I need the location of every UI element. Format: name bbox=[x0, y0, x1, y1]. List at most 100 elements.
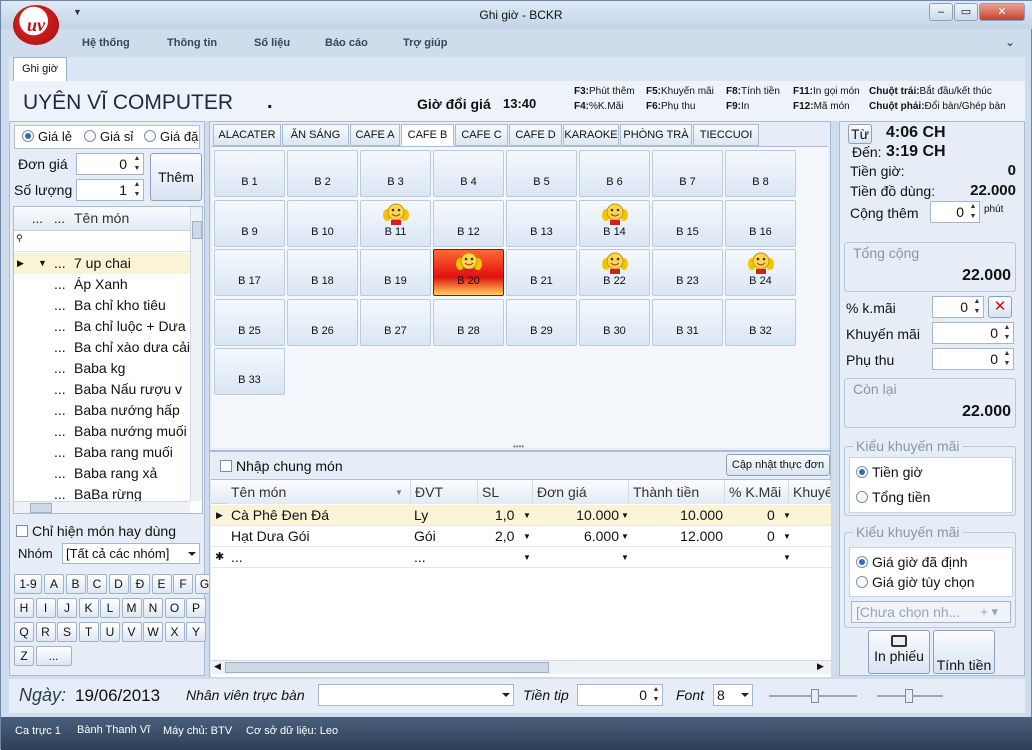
from-button[interactable]: Từ bbox=[848, 124, 872, 144]
table-tile[interactable]: B 32 bbox=[725, 298, 796, 346]
key-button[interactable]: Đ bbox=[130, 574, 150, 594]
table-tile[interactable]: B 20 bbox=[433, 249, 504, 296]
key-button[interactable]: D bbox=[108, 574, 129, 594]
table-tile[interactable]: B 31 bbox=[652, 298, 723, 346]
dropdown-arrow-icon[interactable]: ▼ bbox=[783, 505, 791, 526]
dropdown-arrow-icon[interactable]: ▼ bbox=[621, 526, 629, 547]
clear-discount-button[interactable]: ✕ bbox=[988, 296, 1012, 318]
scroll-thumb[interactable] bbox=[192, 221, 202, 239]
key-button[interactable]: 1-9 bbox=[14, 574, 42, 594]
tab-ghi-gio[interactable]: Ghi giờ bbox=[13, 57, 67, 81]
key-button[interactable]: Q bbox=[14, 622, 34, 642]
tab-category-0[interactable]: ALACATER bbox=[213, 124, 281, 146]
menu-bao-cao[interactable]: Báo cáo bbox=[325, 37, 368, 49]
list-item[interactable]: ... Ba chỉ kho tiêu bbox=[14, 295, 190, 316]
tab-category-5[interactable]: CAFE D bbox=[509, 124, 562, 146]
key-button[interactable]: X bbox=[164, 622, 185, 642]
tab-category-7[interactable]: PHÒNG TRÀ bbox=[620, 124, 692, 146]
key-button[interactable]: V bbox=[121, 622, 142, 642]
filter-row[interactable]: ⚲ bbox=[14, 231, 190, 252]
radio-icon[interactable] bbox=[144, 130, 156, 142]
key-button[interactable]: C bbox=[87, 574, 107, 594]
key-button[interactable]: P bbox=[186, 598, 206, 618]
table-tile[interactable]: B 28 bbox=[433, 298, 504, 346]
list-item[interactable]: ... Baba rang muối bbox=[14, 442, 190, 463]
tab-category-4[interactable]: CAFE C bbox=[455, 124, 508, 146]
quick-access-icon[interactable]: ▼ bbox=[73, 7, 82, 17]
key-button[interactable]: Z bbox=[14, 646, 34, 666]
order-grid-hscrollbar[interactable]: ◀ ▶ bbox=[211, 660, 831, 674]
hscroll-thumb[interactable] bbox=[30, 503, 52, 513]
discount-pct-spinner-icon[interactable]: ▲ ▼ bbox=[971, 297, 983, 317]
item-list-hscrollbar[interactable] bbox=[14, 501, 190, 513]
dropdown-arrow-icon[interactable]: ▼ bbox=[783, 526, 791, 547]
key-button[interactable]: W bbox=[143, 622, 163, 642]
pay-button[interactable]: Tính tiền bbox=[933, 630, 995, 674]
item-list-vscrollbar[interactable] bbox=[190, 207, 202, 501]
list-item[interactable]: ... Baba nướng hấp bbox=[14, 400, 190, 421]
zoom-slider-2[interactable] bbox=[877, 689, 943, 703]
table-tile[interactable]: B 3 bbox=[360, 150, 431, 197]
splitter-grip[interactable]: •••• bbox=[513, 442, 524, 451]
col-ten-mon[interactable]: Tên món bbox=[227, 480, 411, 504]
table-tile[interactable]: B 25 bbox=[214, 298, 285, 346]
table-tile[interactable]: B 16 bbox=[725, 199, 796, 247]
item-name-column-header[interactable]: Tên món bbox=[74, 210, 129, 226]
table-tile[interactable]: B 29 bbox=[506, 298, 577, 346]
table-tile[interactable]: B 12 bbox=[433, 199, 504, 247]
order-hscroll-thumb[interactable] bbox=[225, 662, 549, 673]
close-button[interactable]: ✕ bbox=[979, 3, 1025, 21]
favorites-check-icon[interactable] bbox=[16, 525, 28, 537]
tab-category-8[interactable]: TIECCUOI bbox=[693, 124, 759, 146]
col-khuyen[interactable]: Khuyế bbox=[789, 480, 831, 504]
radio-off-icon[interactable] bbox=[856, 576, 868, 588]
surcharge-spinner-icon[interactable]: ▲ ▼ bbox=[1001, 349, 1013, 369]
price-option-0[interactable]: Giá lẻ bbox=[22, 129, 72, 144]
zoom-slider-1[interactable] bbox=[769, 689, 857, 703]
table-tile[interactable]: B 7 bbox=[652, 150, 723, 197]
key-button[interactable]: B bbox=[65, 574, 86, 594]
price-option-2[interactable]: Giá đặ bbox=[144, 129, 198, 144]
table-tile[interactable]: B 18 bbox=[287, 249, 358, 296]
add-item-button[interactable]: Thêm bbox=[150, 153, 202, 201]
key-button[interactable]: K bbox=[78, 598, 99, 618]
dropdown-arrow-icon[interactable]: ▼ bbox=[523, 526, 531, 547]
radio-icon[interactable] bbox=[84, 130, 96, 142]
col-sl[interactable]: SL bbox=[478, 480, 533, 504]
tab-category-3[interactable]: CAFE B bbox=[401, 124, 454, 146]
col-dvt[interactable]: ĐVT bbox=[411, 480, 478, 504]
table-tile[interactable]: B 14 bbox=[579, 199, 650, 247]
key-button[interactable]: L bbox=[100, 598, 120, 618]
table-tile[interactable]: B 4 bbox=[433, 150, 504, 197]
dropdown-arrow-icon[interactable]: ▼ bbox=[621, 547, 629, 568]
price-option-1[interactable]: Giá sỉ bbox=[84, 129, 133, 144]
minimize-button[interactable]: – bbox=[929, 3, 953, 21]
tab-category-6[interactable]: KARAOKE bbox=[563, 124, 619, 146]
list-item[interactable]: ... Baba kg bbox=[14, 358, 190, 379]
qty-input[interactable]: 1 ▲ ▼ bbox=[76, 179, 144, 201]
ribbon-collapse-icon[interactable]: ⌄ bbox=[1005, 35, 1015, 49]
table-tile[interactable]: B 2 bbox=[287, 150, 358, 197]
menu-so-lieu[interactable]: Số liệu bbox=[254, 37, 290, 49]
radio-on-icon[interactable] bbox=[856, 556, 868, 568]
unit-price-spinner-icon[interactable]: ▲ ▼ bbox=[131, 154, 143, 174]
key-button[interactable]: U bbox=[100, 622, 120, 642]
list-item[interactable]: ▶ ▼... 7 up chai bbox=[14, 253, 190, 274]
table-tile[interactable]: B 21 bbox=[506, 249, 577, 296]
table-tile[interactable]: B 15 bbox=[652, 199, 723, 247]
key-button[interactable]: S bbox=[57, 622, 77, 642]
staff-select[interactable] bbox=[318, 684, 514, 706]
dropdown-arrow-icon[interactable]: ▼ bbox=[783, 547, 791, 568]
key-button[interactable]: O bbox=[164, 598, 185, 618]
col-k-mai[interactable]: % K.Mãi bbox=[725, 480, 789, 504]
table-tile[interactable]: B 5 bbox=[506, 150, 577, 197]
qty-spinner-icon[interactable]: ▲ ▼ bbox=[131, 180, 143, 200]
tip-input[interactable]: 0 ▲ ▼ bbox=[577, 684, 663, 706]
table-tile[interactable]: B 1 bbox=[214, 150, 285, 197]
key-button[interactable]: N bbox=[143, 598, 163, 618]
table-tile[interactable]: B 17 bbox=[214, 249, 285, 296]
promo-type-total[interactable]: Tổng tiền bbox=[856, 489, 930, 505]
key-button[interactable]: ... bbox=[35, 646, 72, 666]
key-button[interactable]: I bbox=[35, 598, 56, 618]
promo-spinner-icon[interactable]: ▲ ▼ bbox=[1001, 323, 1013, 343]
